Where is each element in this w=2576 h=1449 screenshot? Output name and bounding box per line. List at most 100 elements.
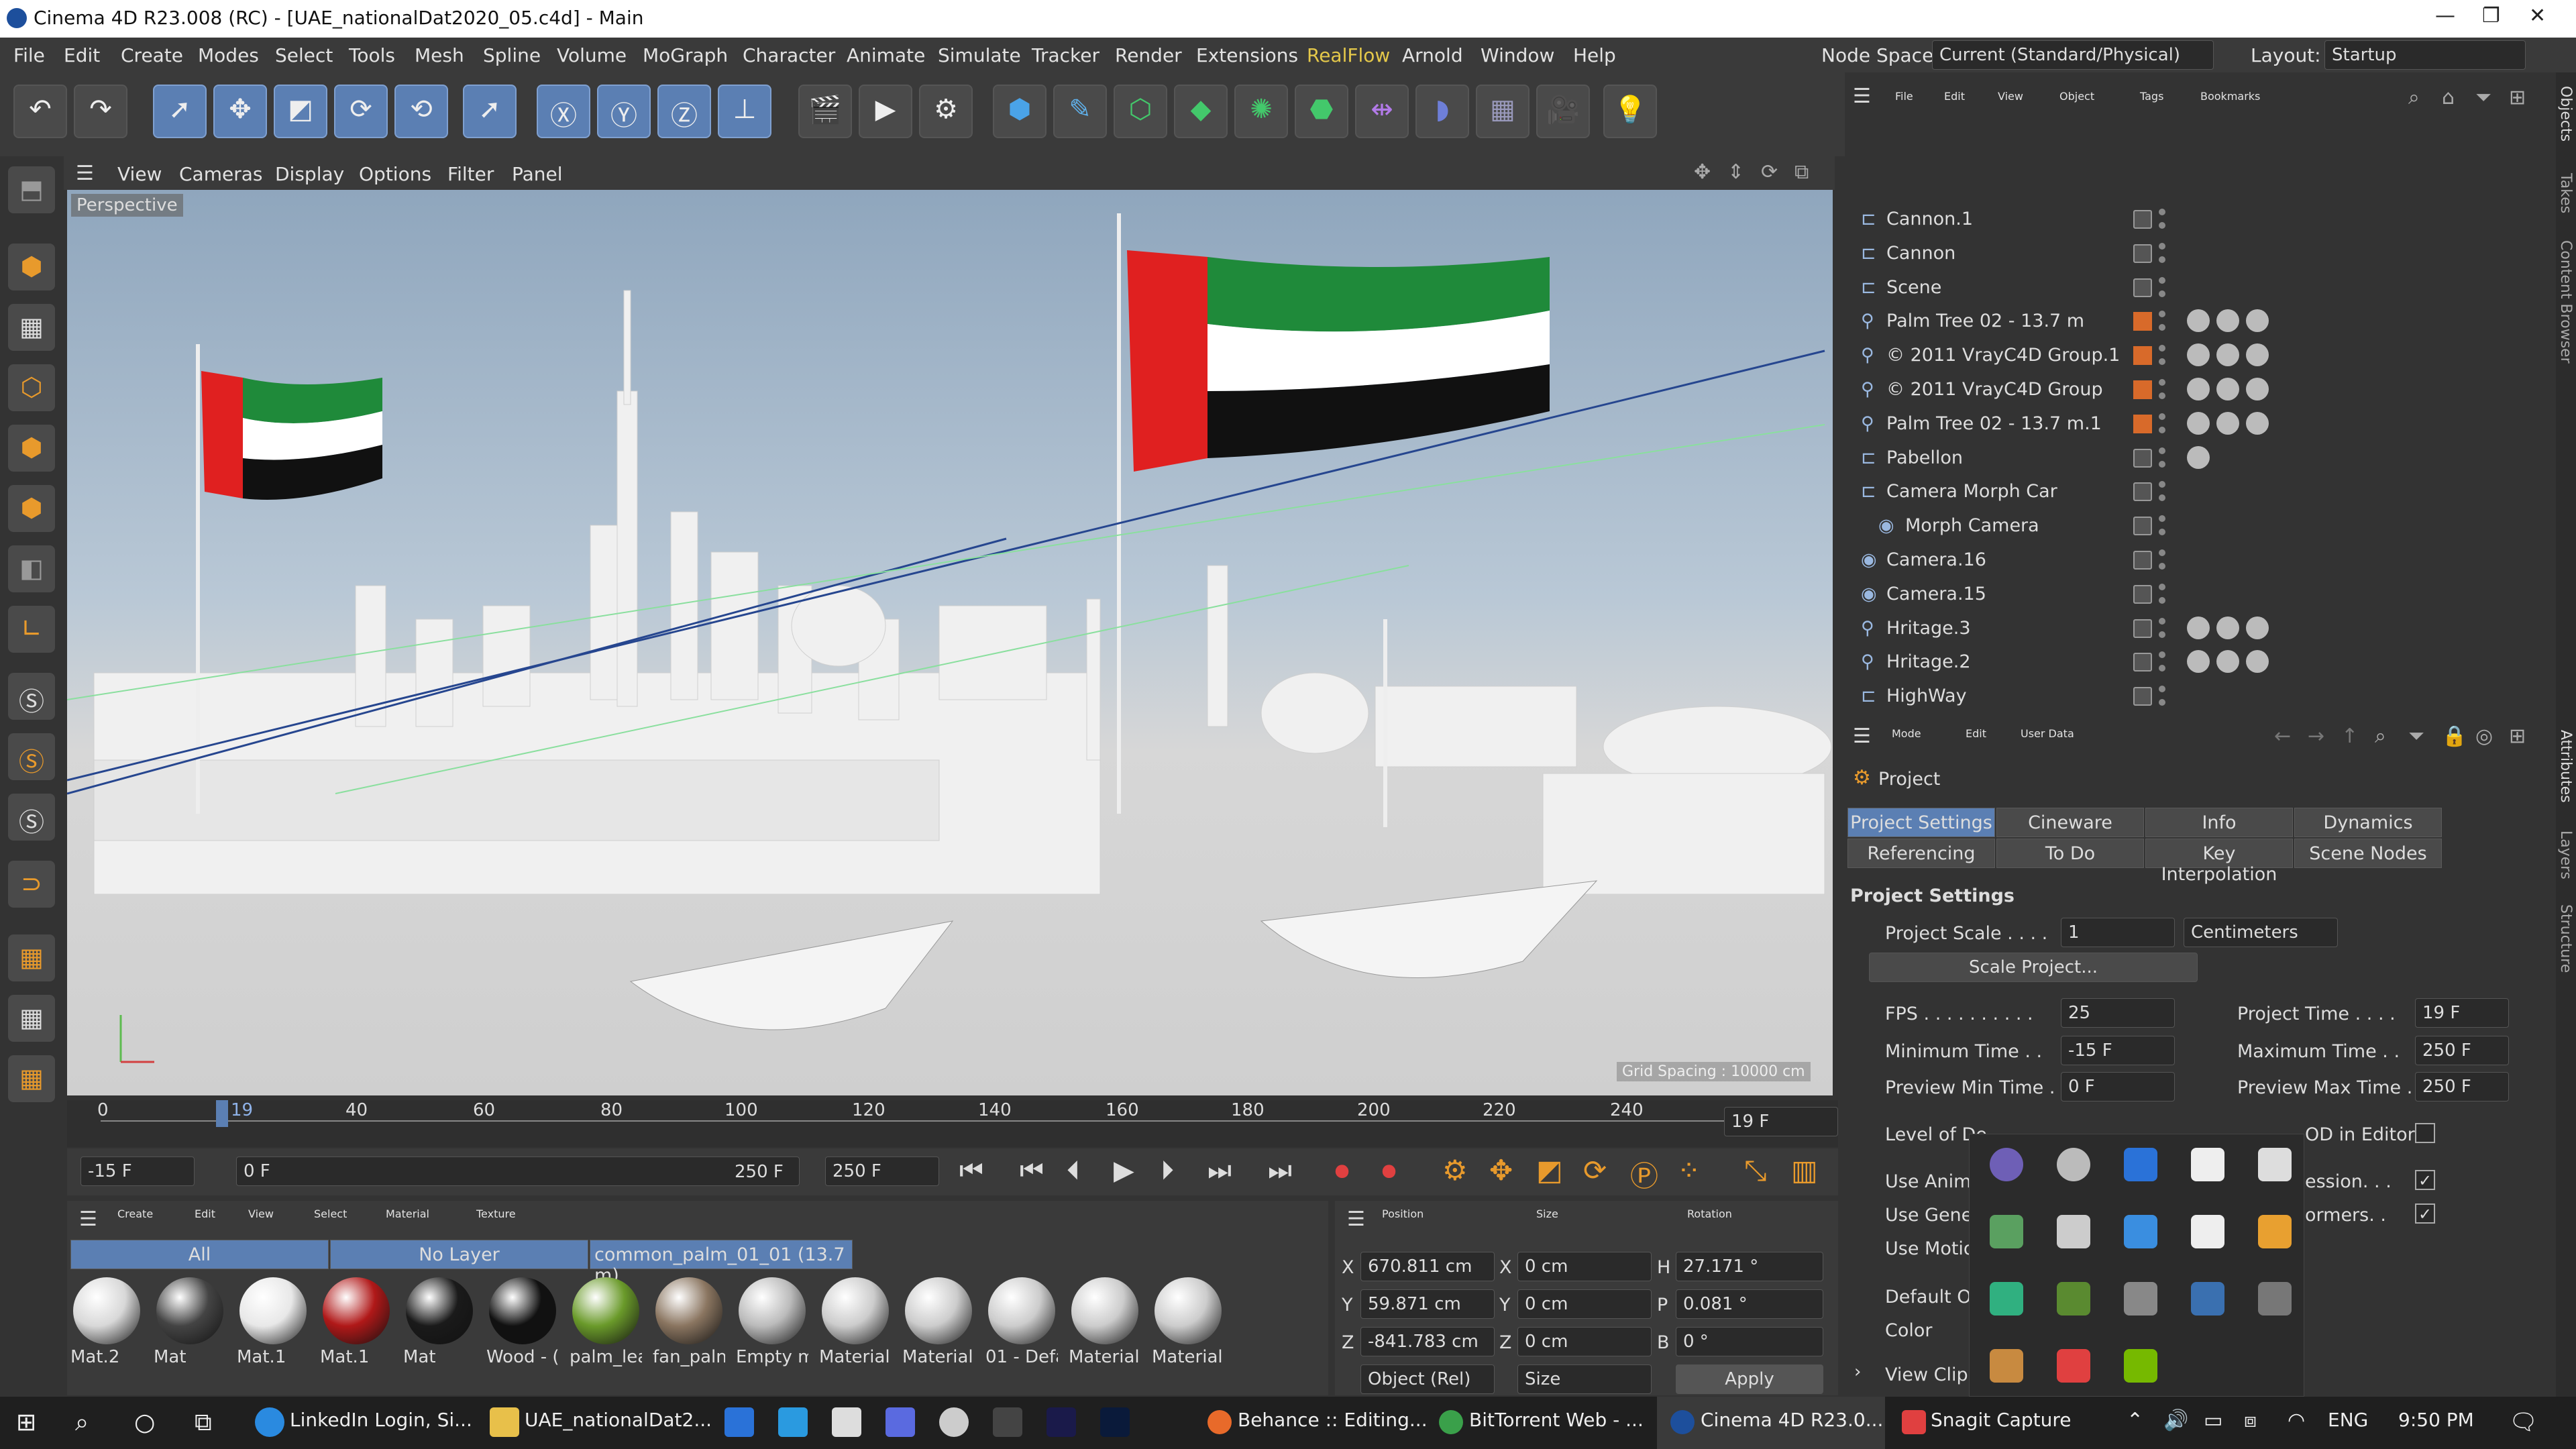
tray-chevron-icon[interactable]: ⌃	[2127, 1409, 2143, 1432]
grid-button[interactable]: ▦	[8, 995, 55, 1042]
menu-animate[interactable]: Animate	[847, 44, 925, 66]
viewport-menu-cameras[interactable]: Cameras	[179, 163, 262, 185]
material-tag-icon[interactable]	[2216, 378, 2239, 400]
taskbar-item-explorer[interactable]: UAE_nationalDat2...	[525, 1409, 712, 1431]
visibility-dot[interactable]	[2159, 447, 2165, 454]
visibility-dot[interactable]	[2159, 617, 2165, 625]
camera-button[interactable]: 🎥	[1536, 85, 1590, 138]
attr-new-window-icon[interactable]: ⊞	[2509, 724, 2526, 748]
material-tag-icon[interactable]	[2216, 650, 2239, 674]
restore-icon[interactable]: ❐	[2482, 4, 2500, 28]
object-row[interactable]: ⊏ HighWay	[1851, 680, 2536, 712]
side-tab-objects[interactable]: Objects	[2557, 86, 2574, 142]
orbit-icon[interactable]: ⟳	[1761, 160, 1778, 184]
menu-window[interactable]: Window	[1481, 44, 1554, 66]
menu-file[interactable]: File	[13, 44, 45, 66]
current-frame-field[interactable]: 19 F	[1724, 1107, 1838, 1136]
menu-modes[interactable]: Modes	[198, 44, 259, 66]
material-swatch[interactable]: palm_lea	[570, 1275, 642, 1368]
layer-color-swatch[interactable]	[2133, 619, 2152, 638]
material-swatch[interactable]: Material	[902, 1275, 975, 1368]
notifications-icon[interactable]: 🗨	[2509, 1409, 2538, 1436]
make-editable-button[interactable]: ⬒	[8, 166, 55, 213]
floor-button[interactable]: ▦	[1476, 85, 1529, 138]
menu-simulate[interactable]: Simulate	[938, 44, 1021, 66]
layer-color-swatch[interactable]	[2133, 278, 2152, 297]
photoshop-icon[interactable]	[1100, 1407, 1130, 1437]
attr-menu-mode[interactable]: Mode	[1892, 727, 1921, 740]
material-swatch[interactable]: Material	[1152, 1275, 1224, 1368]
project-scale-field[interactable]: 1	[2061, 918, 2175, 947]
objects-menu-edit[interactable]: Edit	[1944, 90, 1965, 103]
fps-field[interactable]: 25	[2061, 998, 2175, 1028]
expression-checkbox[interactable]: ✓	[2415, 1170, 2435, 1190]
cube-button[interactable]: ⬢	[993, 85, 1046, 138]
goto-start-icon[interactable]: ⏮	[959, 1155, 983, 1186]
material-tag-icon[interactable]	[2216, 616, 2239, 639]
layer-color-swatch[interactable]	[2133, 584, 2152, 604]
preview-max-field[interactable]: 250 F	[2415, 1072, 2509, 1102]
volume-button[interactable]: ⬣	[1295, 85, 1348, 138]
defender-icon[interactable]	[2191, 1215, 2224, 1248]
rot-b-field[interactable]: 0 °	[1676, 1327, 1823, 1356]
menu-realflow[interactable]: RealFlow	[1307, 44, 1390, 66]
after-effects-icon[interactable]	[1046, 1407, 1076, 1437]
snap-settings-button[interactable]: Ⓢ	[8, 733, 55, 780]
folder-icon[interactable]	[490, 1407, 519, 1437]
mail-icon[interactable]	[724, 1407, 754, 1437]
tab-dynamics[interactable]: Dynamics	[2294, 808, 2442, 837]
material-tag-icon[interactable]	[2246, 309, 2269, 333]
search-icon[interactable]: ⌕	[2408, 86, 2420, 109]
mograph-button[interactable]: ✺	[1234, 85, 1288, 138]
rot-p-field[interactable]: 0.081 °	[1676, 1289, 1823, 1319]
keyframe-selection-icon[interactable]: ⚙	[1442, 1154, 1468, 1187]
menu-arnold[interactable]: Arnold	[1402, 44, 1463, 66]
menu-extensions[interactable]: Extensions	[1196, 44, 1298, 66]
app-icon[interactable]	[939, 1407, 969, 1437]
key-param-icon[interactable]: Ⓟ	[1630, 1154, 1658, 1195]
attr-menu-userdata[interactable]: User Data	[2021, 727, 2074, 740]
home-icon[interactable]: ⌂	[2442, 86, 2455, 109]
polygons-mode-button[interactable]: ⬢	[8, 485, 55, 532]
objects-menu-object[interactable]: Object	[2059, 90, 2094, 103]
side-tab-attributes[interactable]: Attributes	[2557, 730, 2574, 803]
locked-workplane-button[interactable]: ▦	[8, 1055, 55, 1102]
material-swatch[interactable]: 01 - Defa	[985, 1275, 1058, 1368]
tray-app-icon[interactable]	[2258, 1282, 2292, 1316]
visibility-dot[interactable]	[2159, 426, 2165, 433]
visibility-dot[interactable]	[2159, 494, 2165, 502]
object-row[interactable]: ◉ Camera.15	[1851, 578, 2536, 610]
tray-app-icon[interactable]	[2258, 1148, 2292, 1181]
material-swatch[interactable]: Mat	[403, 1275, 476, 1368]
material-tag-icon[interactable]	[2187, 650, 2210, 674]
visibility-dot[interactable]	[2159, 413, 2165, 420]
attr-hamburger-icon[interactable]: ☰	[1853, 724, 1871, 748]
object-row[interactable]: ⊏ Camera Morph Car	[1851, 476, 2536, 508]
visibility-dot[interactable]	[2159, 515, 2165, 523]
pos-y-field[interactable]: 59.871 cm	[1360, 1289, 1495, 1319]
object-row[interactable]: ⊏ Scene	[1851, 272, 2536, 304]
material-tag-icon[interactable]	[2216, 411, 2239, 435]
coord-size-select[interactable]: Size	[1517, 1364, 1652, 1394]
language-indicator[interactable]: ENG	[2328, 1409, 2368, 1431]
max-time-field[interactable]: 250 F	[825, 1157, 939, 1186]
tab-referencing[interactable]: Referencing	[1847, 839, 1995, 868]
material-menu-edit[interactable]: Edit	[195, 1208, 215, 1220]
visibility-dot[interactable]	[2159, 290, 2165, 297]
tab-project-settings[interactable]: Project Settings	[1847, 808, 1995, 837]
autokey-icon[interactable]: ⏺	[1382, 1154, 1396, 1187]
menu-spline[interactable]: Spline	[483, 44, 541, 66]
material-tag-icon[interactable]	[2187, 445, 2210, 469]
objects-menu-file[interactable]: File	[1895, 90, 1913, 103]
view-clipping-chevron-icon[interactable]: ›	[1854, 1362, 1861, 1382]
lod-editor-checkbox[interactable]	[2415, 1123, 2435, 1143]
material-menu-texture[interactable]: Texture	[476, 1208, 516, 1220]
minimize-icon[interactable]: —	[2435, 4, 2455, 28]
coord-mode-select[interactable]: Object (Rel)	[1360, 1364, 1495, 1394]
tab-key-interpolation[interactable]: Key Interpolation	[2145, 839, 2293, 885]
maximize-view-icon[interactable]: ⧉	[1794, 160, 1809, 184]
layer-color-swatch[interactable]	[2133, 653, 2152, 672]
texture-mode-button[interactable]: ▦	[8, 304, 55, 351]
material-menu-material[interactable]: Material	[386, 1208, 429, 1220]
size-z-field[interactable]: 0 cm	[1517, 1327, 1652, 1356]
